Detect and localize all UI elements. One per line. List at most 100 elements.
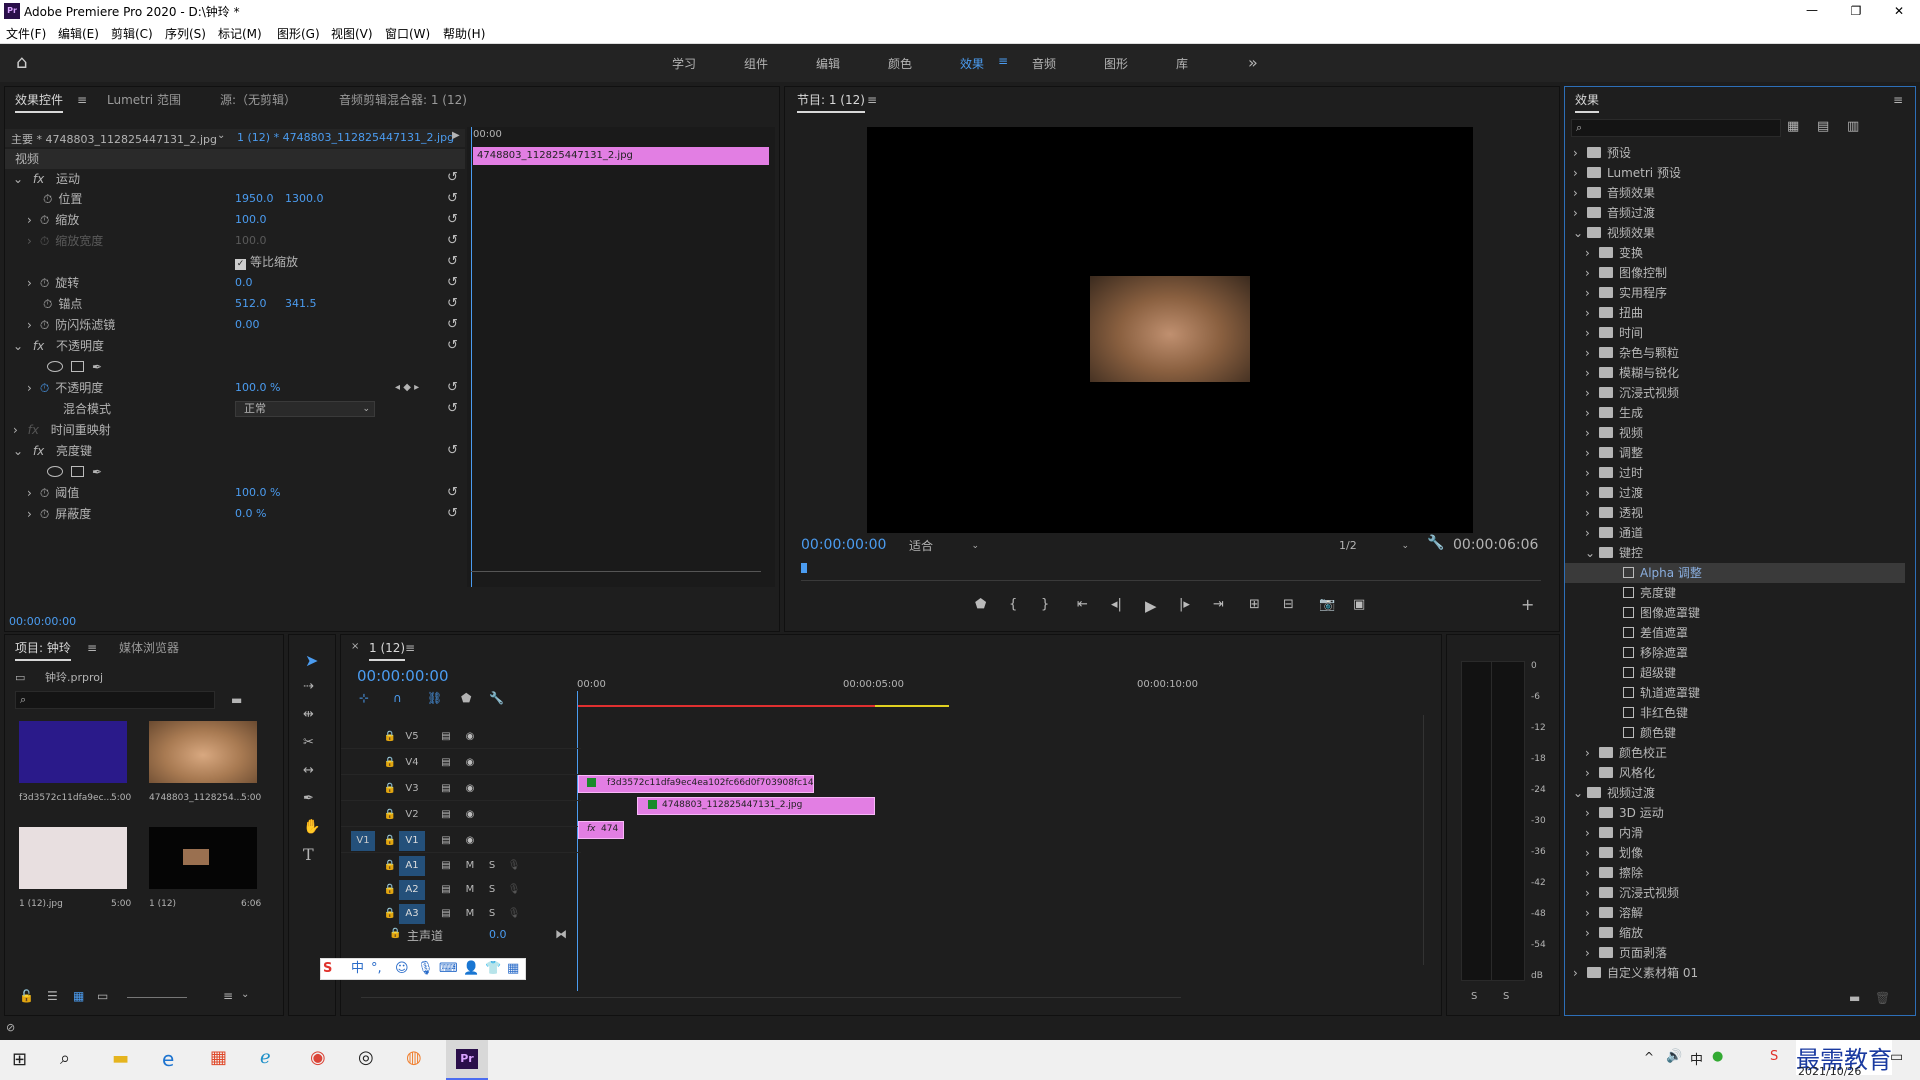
effects-title[interactable]: 效果 [1575, 87, 1600, 113]
quality-dropdown[interactable]: 1/2 ⌄ [1333, 537, 1413, 555]
uniform-scale-checkbox[interactable]: ✓ [235, 259, 246, 270]
workspace-editing[interactable]: 编辑 [816, 55, 840, 72]
razor-tool-icon[interactable]: ✂ [303, 735, 314, 750]
eye-icon[interactable]: ◉ [461, 832, 479, 850]
add-marker-icon[interactable]: ⬟ [975, 597, 986, 612]
project-thumbnail[interactable] [149, 827, 257, 889]
comparison-view-icon[interactable]: ▣ [1353, 597, 1365, 612]
chevron-right-icon[interactable]: › [1585, 903, 1599, 923]
panel-menu-icon[interactable]: ≡ [87, 641, 97, 655]
emoji-icon[interactable]: ☺ [395, 959, 409, 979]
chevron-right-icon[interactable]: › [1585, 423, 1599, 443]
chevron-right-icon[interactable]: › [1585, 343, 1599, 363]
effects-tree-item[interactable]: › 内滑 [1565, 823, 1905, 843]
effects-tree-item[interactable]: › 图像控制 [1565, 263, 1905, 283]
ie-icon[interactable]: ℯ [260, 1047, 271, 1068]
mini-clip-bar[interactable]: 4748803_112825447131_2.jpg [473, 147, 769, 165]
lock-icon[interactable]: 🔒 [381, 905, 399, 923]
sync-lock-icon[interactable]: ▤ [437, 832, 455, 850]
sync-lock-icon[interactable]: ▤ [437, 754, 455, 772]
lock-icon[interactable]: 🔒 [381, 728, 399, 746]
effects-tree-item[interactable]: › 通道 [1565, 523, 1905, 543]
chevron-right-icon[interactable]: › [1585, 283, 1599, 303]
effects-tree-item[interactable]: › 杂色与颗粒 [1565, 343, 1905, 363]
step-back-icon[interactable]: ◂| [1111, 597, 1122, 612]
sync-lock-icon[interactable]: ▤ [437, 857, 455, 875]
workspace-menu-icon[interactable]: ≡ [998, 54, 1008, 68]
mic-icon[interactable]: 🎙 [417, 959, 434, 979]
punctuation-icon[interactable]: °, [371, 959, 382, 979]
maximize-button[interactable]: ❐ [1834, 0, 1878, 22]
wrench-icon[interactable]: 🔧 [1427, 535, 1444, 551]
effects-tree-item[interactable]: › 溶解 [1565, 903, 1905, 923]
effects-tree-item[interactable]: 亮度键 [1565, 583, 1905, 603]
effects-tree-item[interactable]: 图像遮罩键 [1565, 603, 1905, 623]
mark-out-icon[interactable]: } [1041, 597, 1049, 612]
tab-media-browser[interactable]: 媒体浏览器 [119, 635, 179, 661]
project-thumbnail[interactable] [149, 721, 257, 783]
solo-button[interactable]: S [483, 881, 501, 899]
program-title[interactable]: 节目: 1 (12) [797, 87, 865, 113]
ime-mode[interactable]: 中 [351, 959, 364, 979]
expand-chevron-icon[interactable]: › [27, 276, 32, 290]
effects-tree-item[interactable]: › 预设 [1565, 143, 1905, 163]
solo-left-button[interactable]: S [1471, 991, 1477, 1002]
sort-icon[interactable]: ≡ [223, 989, 233, 1003]
reset-icon[interactable]: ↺ [447, 486, 461, 500]
edge-icon[interactable]: e [162, 1047, 174, 1071]
chevron-right-icon[interactable]: › [1585, 823, 1599, 843]
effects-tree-item[interactable]: 非红色键 [1565, 703, 1905, 723]
effects-tree-item[interactable]: › 调整 [1565, 443, 1905, 463]
sequence-tab[interactable]: 1 (12) [369, 635, 406, 661]
reset-icon[interactable]: ↺ [447, 234, 461, 248]
effects-tree-item[interactable]: › 音频过渡 [1565, 203, 1905, 223]
scale-value[interactable]: 100.0 [235, 210, 267, 230]
play-triangle-icon[interactable]: ▶ [452, 130, 460, 141]
toolbox-icon[interactable]: ▦ [507, 959, 519, 979]
stopwatch-icon[interactable]: ⏱ [40, 381, 49, 395]
effects-tree-item[interactable]: › 页面剥落 [1565, 943, 1905, 963]
mute-button[interactable]: M [461, 881, 479, 899]
chevron-right-icon[interactable]: › [1585, 863, 1599, 883]
lift-icon[interactable]: ⊞ [1249, 597, 1260, 612]
ime-toolbar[interactable]: S 中 °, ☺ 🎙 ⌨ 👤 👕 ▦ [320, 958, 526, 980]
source-patch-v1[interactable]: V1 [351, 831, 375, 851]
effect-time-remap[interactable]: › fx 时间重映射 [5, 420, 465, 440]
track-label[interactable]: A2 [399, 880, 425, 900]
accelerated-effects-icon[interactable]: ▦ [1787, 119, 1799, 134]
effects-tree-item[interactable]: › 缩放 [1565, 923, 1905, 943]
effects-tree-item[interactable]: › 3D 运动 [1565, 803, 1905, 823]
eye-icon[interactable]: ◉ [461, 780, 479, 798]
sync-lock-icon[interactable]: ▤ [437, 905, 455, 923]
chevron-right-icon[interactable]: › [1585, 383, 1599, 403]
premiere-taskbar-icon[interactable]: Pr [446, 1040, 488, 1080]
play-icon[interactable]: ▶ [1145, 597, 1157, 615]
tab-source[interactable]: 源:（无剪辑） [220, 87, 296, 113]
chevron-right-icon[interactable]: › [1573, 203, 1587, 223]
selection-tool-icon[interactable]: ➤ [305, 651, 318, 670]
effect-opacity[interactable]: ⌄ fx 不透明度 [5, 336, 465, 356]
expand-chevron-icon[interactable]: ⌄ [13, 444, 23, 458]
mini-zoom-scroll[interactable] [471, 571, 761, 581]
expand-chevron-icon[interactable]: › [27, 213, 32, 227]
stopwatch-icon[interactable]: ⏱ [43, 192, 52, 206]
button-editor-icon[interactable]: + [1521, 595, 1534, 614]
chevron-right-icon[interactable]: › [1585, 403, 1599, 423]
lock-icon[interactable]: 🔒 [381, 832, 399, 850]
project-item[interactable]: 4748803_1128254... 5:00 [145, 721, 269, 821]
effects-tree-item[interactable]: › 时间 [1565, 323, 1905, 343]
reset-icon[interactable]: ↺ [447, 255, 461, 269]
track-label[interactable]: V2 [399, 805, 425, 825]
reset-icon[interactable]: ↺ [447, 444, 461, 458]
stopwatch-icon[interactable]: ⏱ [40, 486, 49, 500]
effects-tree-item[interactable]: 颜色键 [1565, 723, 1905, 743]
mic-icon[interactable]: 🎙 [505, 905, 523, 923]
workspace-graphics[interactable]: 图形 [1104, 55, 1128, 72]
freeform-view-icon[interactable]: ▭ [97, 989, 108, 1003]
workspace-libraries[interactable]: 库 [1176, 55, 1188, 72]
keyframe-nav-icon[interactable]: ◂ ◆ ▸ [395, 378, 419, 398]
mute-button[interactable]: M [461, 905, 479, 923]
slip-tool-icon[interactable]: ↔ [303, 763, 314, 778]
reset-icon[interactable]: ↺ [447, 276, 461, 290]
sync-lock-icon[interactable]: ▤ [437, 806, 455, 824]
